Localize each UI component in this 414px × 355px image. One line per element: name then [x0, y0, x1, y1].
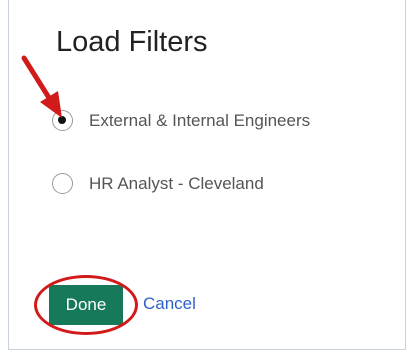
- option-hr-analyst-cleveland[interactable]: HR Analyst - Cleveland: [52, 173, 264, 194]
- red-arrow-annotation-icon: [21, 55, 62, 118]
- option-external-internal-engineers[interactable]: External & Internal Engineers: [52, 110, 310, 131]
- cancel-link[interactable]: Cancel: [143, 294, 196, 314]
- option-label: HR Analyst - Cleveland: [89, 173, 264, 193]
- radio-button-unselected[interactable]: [52, 173, 73, 194]
- option-label: External & Internal Engineers: [89, 110, 311, 130]
- dialog-title: Load Filters: [56, 26, 208, 58]
- done-button[interactable]: Done: [49, 285, 123, 325]
